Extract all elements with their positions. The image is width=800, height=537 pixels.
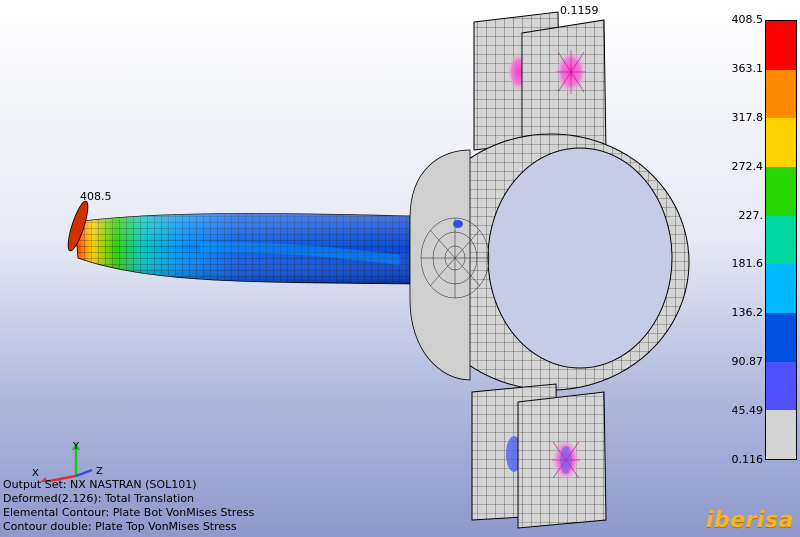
legend-tick-label: 408.5	[731, 13, 764, 26]
legend-color-band	[766, 361, 796, 411]
clamp-bottom-flange-front	[517, 391, 607, 529]
min-value-label: 0.1159	[560, 4, 599, 17]
contour-legend-bar	[765, 20, 797, 460]
fem-viewport[interactable]: 408.5 0.1159 Y X Z Output Set: NX NASTRA…	[0, 0, 800, 537]
contour-legend-labels: 408.5 363.1 317.8 272.4 227. 181.6 136.2 90.87 4…	[705, 0, 764, 537]
legend-tick-label: 181.6	[731, 257, 764, 271]
output-info-panel: Output Set: NX NASTRAN (SOL101) Deformed…	[3, 478, 254, 534]
axis-z-label: Z	[96, 466, 103, 477]
legend-color-band	[766, 410, 796, 460]
legend-tick-label: 272.4	[731, 159, 764, 173]
contour-double-text: Contour double: Plate Top VonMises Stres…	[3, 520, 237, 533]
elemental-contour-text: Elemental Contour: Plate Bot VonMises St…	[3, 506, 255, 519]
legend-color-band	[766, 313, 796, 362]
brand-logo: iberisa	[705, 508, 794, 533]
legend-tick-label: 363.1	[731, 61, 764, 75]
legend-color-band	[766, 118, 796, 168]
clamp-ring	[409, 133, 690, 391]
output-set-text: Output Set: NX NASTRAN (SOL101)	[3, 478, 197, 491]
legend-tick-label: 136.2	[731, 306, 764, 320]
pipe-element	[67, 200, 411, 285]
legend-color-band	[766, 264, 796, 314]
deformed-text: Deformed(2.126): Total Translation	[3, 492, 195, 505]
legend-tick-label: 0.116	[731, 453, 764, 466]
legend-tick-label: 317.8	[731, 110, 764, 124]
legend-color-band	[766, 167, 796, 216]
legend-color-band	[766, 21, 796, 70]
fem-model-view	[67, 11, 690, 529]
legend-color-band	[766, 69, 796, 119]
axis-y-label: Y	[72, 441, 80, 452]
legend-tick-label: 227.	[738, 208, 764, 222]
legend-tick-label: 45.49	[731, 404, 764, 418]
axis-triad-icon: Y X Z	[32, 441, 103, 482]
legend-color-band	[766, 215, 796, 265]
max-value-label: 408.5	[80, 190, 112, 203]
legend-tick-label: 90.87	[731, 355, 764, 369]
